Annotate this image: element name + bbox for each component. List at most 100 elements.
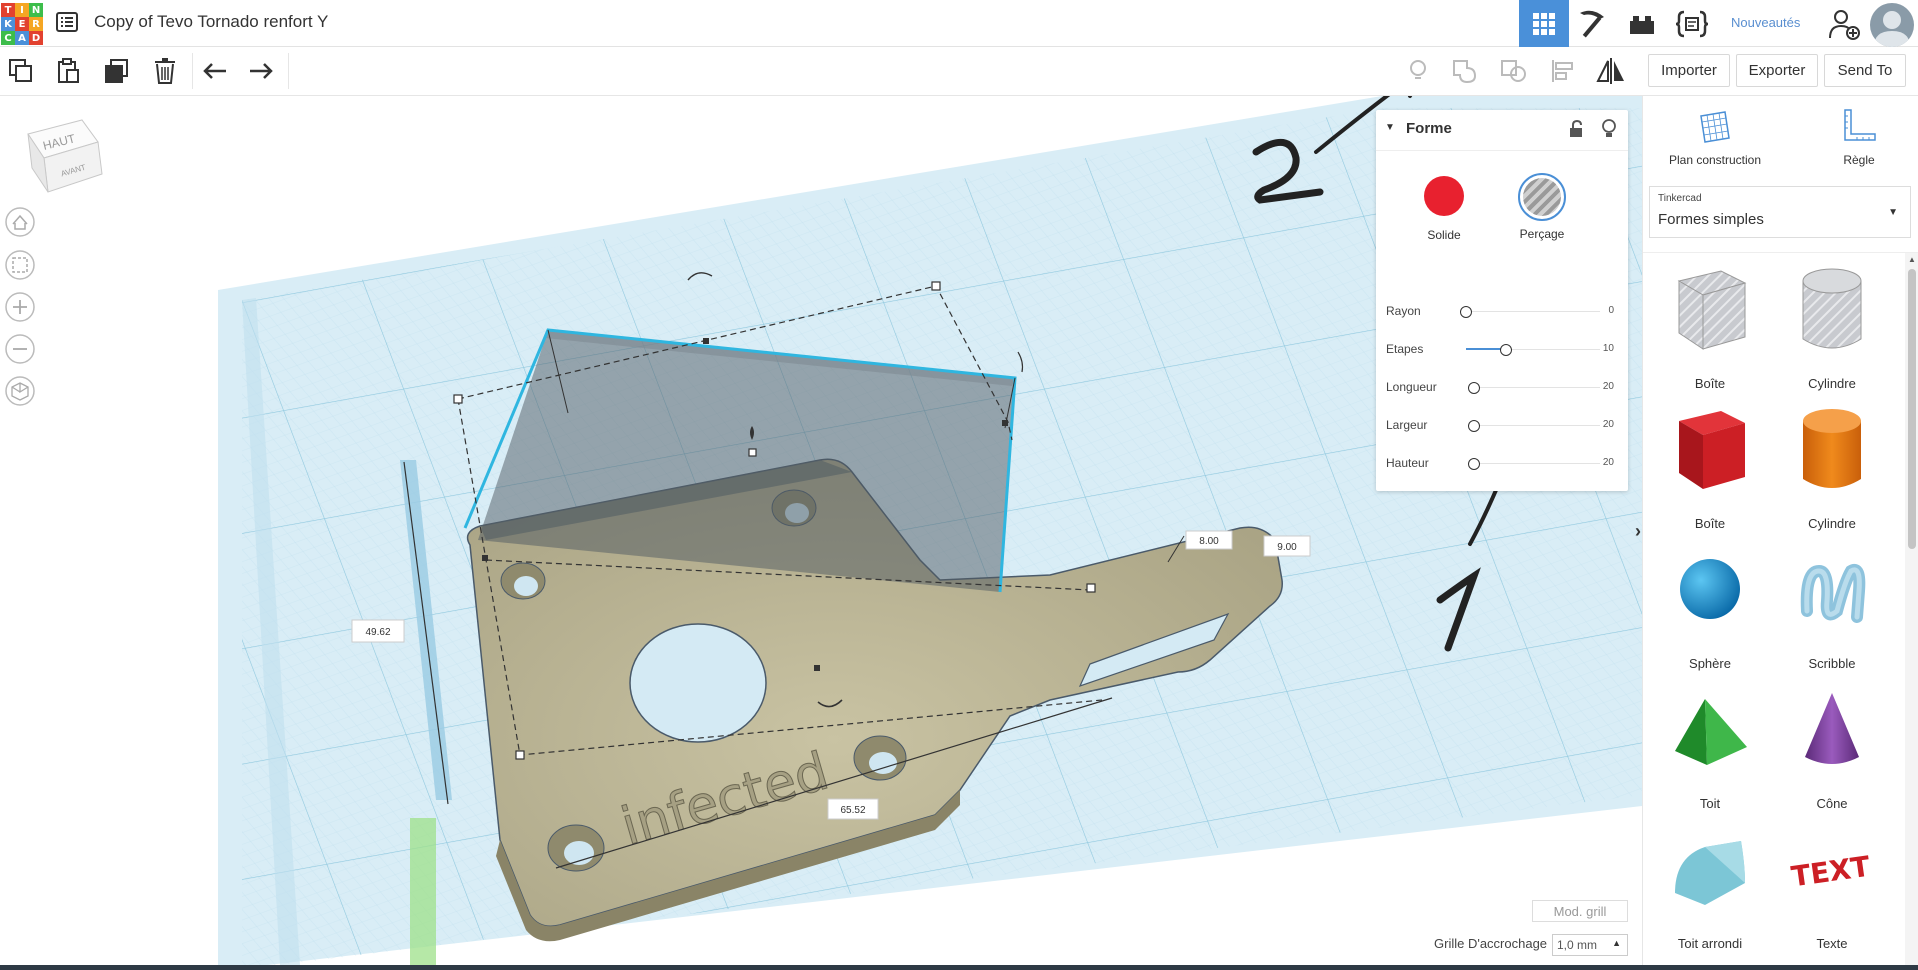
shape-scribble[interactable]: Scribble [1777, 541, 1887, 671]
shape-library-select[interactable]: Tinkercad Formes simples ▼ [1649, 186, 1911, 238]
shape-label: Scribble [1808, 656, 1856, 671]
shape-rounded-roof[interactable]: Toit arrondi [1655, 821, 1765, 951]
param-value[interactable]: 0 [1608, 305, 1614, 316]
shape-sphere[interactable]: Sphère [1655, 541, 1765, 671]
logo-letter: T [1, 3, 15, 17]
shapes-scroll-area: ▲ Boîte Cylindre Boîte Cylindre Sphère S… [1643, 252, 1918, 968]
edit-grid-button[interactable]: Mod. grill [1532, 900, 1628, 922]
slider-track[interactable] [1474, 425, 1600, 426]
lightbulb-icon [1410, 60, 1426, 79]
top-bar: T I N K E R C A D Copy of Tevo Tornado r… [0, 0, 1918, 47]
align-button[interactable] [1548, 56, 1578, 86]
shape-box[interactable]: Boîte [1655, 401, 1765, 531]
undo-button[interactable] [200, 56, 230, 86]
shape-text[interactable]: TEXT Texte [1777, 821, 1887, 951]
export-button[interactable]: Exporter [1736, 54, 1818, 87]
ruler-icon [1844, 109, 1876, 141]
hole-option[interactable]: Perçage [1506, 173, 1578, 257]
steps-slider-knob[interactable] [1500, 344, 1512, 356]
pickaxe-icon [1580, 10, 1604, 37]
dimension-label-width-b[interactable]: 9.00 [1263, 535, 1311, 557]
add-user-icon[interactable] [1828, 8, 1860, 40]
avatar[interactable] [1870, 3, 1914, 47]
dimension-label-width-a[interactable]: 8.00 [1185, 530, 1233, 550]
dimension-label-length[interactable]: 65.52 [827, 798, 879, 820]
shape-label: Cône [1816, 796, 1848, 811]
lock-icon[interactable] [1568, 120, 1584, 138]
ruler-tool[interactable]: Règle [1819, 108, 1899, 168]
snap-grid-select[interactable]: 1,0 mm ▲ [1552, 934, 1628, 956]
design-list-icon[interactable] [56, 12, 78, 32]
height-slider-knob[interactable] [1468, 458, 1480, 470]
svg-text:65.52: 65.52 [840, 805, 865, 816]
solid-option[interactable]: Solide [1414, 176, 1474, 256]
ungroup-button[interactable] [1499, 56, 1529, 86]
logo-letter: N [29, 3, 43, 17]
scroll-up-icon[interactable]: ▲ [1908, 255, 1916, 264]
paste-button[interactable] [53, 56, 83, 86]
width-slider-knob[interactable] [1468, 420, 1480, 432]
shape-cylinder-hole[interactable]: Cylindre [1777, 261, 1887, 391]
shape-label: Boîte [1694, 516, 1726, 531]
codeblocks-view-button[interactable] [1667, 0, 1717, 47]
param-value[interactable]: 20 [1603, 381, 1614, 392]
dimension-label-height[interactable]: 49.62 [351, 619, 405, 643]
param-label: Etapes [1386, 342, 1424, 356]
radius-slider-knob[interactable] [1460, 306, 1472, 318]
length-slider-knob[interactable] [1468, 382, 1480, 394]
shape-label: Cylindre [1808, 376, 1856, 391]
solid-swatch [1424, 176, 1464, 216]
send-to-button[interactable]: Send To [1824, 54, 1906, 87]
param-value[interactable]: 20 [1603, 457, 1614, 468]
lightbulb-icon[interactable] [1601, 119, 1617, 139]
undo-icon [203, 63, 226, 79]
library-source: Tinkercad [1658, 193, 1702, 204]
shape-label: Toit [1699, 796, 1721, 811]
whats-new-link[interactable]: Nouveautés [1731, 15, 1800, 30]
view-cube[interactable]: HAUT AVANT [22, 116, 104, 196]
scrollbar-thumb[interactable] [1908, 269, 1916, 549]
delete-button[interactable] [150, 56, 180, 86]
redo-button[interactable] [246, 56, 276, 86]
sidebar-toggle[interactable]: › [1632, 516, 1642, 546]
copy-button[interactable] [6, 56, 36, 86]
shape-cylinder[interactable]: Cylindre [1777, 401, 1887, 531]
scrollbar[interactable]: ▲ [1905, 253, 1918, 968]
tinkercad-logo[interactable]: T I N K E R C A D [1, 3, 43, 45]
svg-text:49.62: 49.62 [365, 627, 390, 638]
shape-cone[interactable]: Cône [1777, 681, 1887, 811]
minecraft-view-button[interactable] [1567, 0, 1617, 47]
shape-roof[interactable]: Toit [1655, 681, 1765, 811]
param-value[interactable]: 10 [1603, 343, 1614, 354]
notes-button[interactable] [1403, 56, 1433, 86]
svg-text:9.00: 9.00 [1277, 542, 1297, 553]
mirror-button[interactable] [1596, 56, 1626, 86]
shape-label: Sphère [1689, 656, 1731, 671]
param-value[interactable]: 20 [1603, 419, 1614, 430]
brick-icon [1630, 15, 1654, 34]
slider-track[interactable] [1474, 463, 1600, 464]
ruler-label: Règle [1843, 153, 1875, 167]
bricks-view-button[interactable] [1617, 0, 1667, 47]
shape-box-hole[interactable]: Boîte [1655, 261, 1765, 391]
shape-label: Boîte [1694, 376, 1726, 391]
chevron-down-icon[interactable]: ▼ [1385, 122, 1395, 133]
slider-track[interactable] [1466, 311, 1600, 312]
cylinder-hole-icon [1802, 268, 1862, 349]
chevron-right-icon: › [1635, 520, 1641, 541]
group-button[interactable] [1450, 56, 1480, 86]
design-title[interactable]: Copy of Tevo Tornado renfort Y [94, 12, 328, 32]
workplane-tool[interactable]: Plan construction [1657, 108, 1773, 168]
sphere-icon [1680, 559, 1740, 619]
text-shape-icon: TEXT [1789, 850, 1872, 894]
snap-grid-value: 1,0 mm [1557, 938, 1598, 952]
slider-track[interactable] [1474, 387, 1600, 388]
3d-design-view-button[interactable] [1519, 0, 1569, 47]
copy-icon [9, 59, 32, 82]
snap-grid-label: Grille D'accrochage [1434, 936, 1548, 951]
panel-divider [1376, 150, 1628, 151]
clipboard-icon [58, 58, 79, 83]
duplicate-button[interactable] [102, 56, 132, 86]
hole-swatch [1518, 173, 1566, 221]
import-button[interactable]: Importer [1648, 54, 1730, 87]
